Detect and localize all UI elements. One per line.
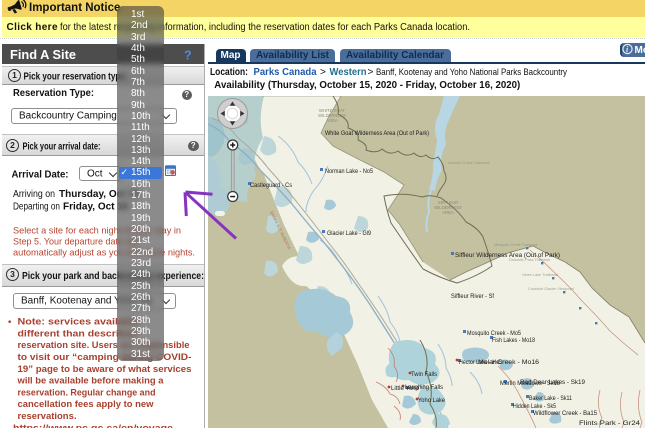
svg-text:Pick your park and backcountry: Pick your park and backcountry experienc… bbox=[22, 271, 204, 282]
svg-text:Arriving on: Arriving on bbox=[13, 189, 55, 200]
svg-text:Location:: Location: bbox=[210, 67, 248, 78]
svg-text:reservations.: reservations. bbox=[18, 411, 77, 422]
svg-text:•: • bbox=[8, 317, 12, 328]
svg-text:Molar Creek - Mo16: Molar Creek - Mo16 bbox=[478, 359, 539, 366]
svg-text:Reservation Type:: Reservation Type: bbox=[13, 88, 94, 99]
svg-text:Hidden Lake - Sk5: Hidden Lake - Sk5 bbox=[513, 403, 556, 410]
svg-text:Yoho Lake: Yoho Lake bbox=[418, 397, 445, 404]
svg-text:https://www.pc.gc.ca/en/voyage: https://www.pc.gc.ca/en/voyage bbox=[13, 423, 173, 428]
svg-text:Siffleur River - Sf: Siffleur River - Sf bbox=[451, 293, 494, 300]
svg-text:White Goat Wilderness Area (Ou: White Goat Wilderness Area (Out of Park) bbox=[325, 130, 429, 137]
svg-text:Parks Canada: Parks Canada bbox=[254, 67, 317, 78]
svg-text:Arrival Date:: Arrival Date: bbox=[12, 170, 69, 181]
svg-text:Norman Creek Trailhead: Norman Creek Trailhead bbox=[448, 161, 489, 165]
svg-text:Crowfoot Glacier Viewpoint: Crowfoot Glacier Viewpoint bbox=[528, 287, 575, 291]
svg-text:Castleguard - Cs: Castleguard - Cs bbox=[250, 182, 292, 189]
svg-text:AREA: AREA bbox=[326, 118, 338, 123]
svg-text:AREA: AREA bbox=[442, 210, 454, 215]
svg-text:Mo: Mo bbox=[635, 45, 645, 56]
svg-text:>: > bbox=[368, 67, 374, 78]
svg-text:>: > bbox=[320, 67, 326, 78]
svg-text:Helen Lake Trailhead: Helen Lake Trailhead bbox=[522, 273, 558, 277]
svg-text:Click here: Click here bbox=[7, 22, 58, 33]
svg-text:Availability (Thursday, Octobe: Availability (Thursday, October 15, 2020… bbox=[214, 80, 520, 91]
svg-text:Norman Lake - No5: Norman Lake - No5 bbox=[325, 168, 373, 175]
svg-text:Departing on: Departing on bbox=[13, 202, 60, 213]
svg-text:Mosquito Creek Trailhead: Mosquito Creek Trailhead bbox=[494, 243, 537, 247]
svg-text:Twin Falls: Twin Falls bbox=[411, 371, 438, 378]
svg-text:Baker Lake - Sk11: Baker Lake - Sk11 bbox=[529, 395, 572, 402]
svg-text:cancellation fees apply to new: cancellation fees apply to new bbox=[18, 399, 155, 410]
svg-text:Flints Park - Gr24: Flints Park - Gr24 bbox=[579, 420, 640, 427]
svg-text:Pick your arrival date:: Pick your arrival date: bbox=[23, 142, 101, 153]
svg-text:Laughing Falls: Laughing Falls bbox=[405, 384, 444, 391]
svg-text:Glacier Lake - Gl9: Glacier Lake - Gl9 bbox=[327, 230, 371, 237]
svg-text:19” page to be aware of what s: 19” page to be aware of what services bbox=[18, 364, 192, 375]
svg-text:Wildflower Creek - Ba15: Wildflower Creek - Ba15 bbox=[533, 410, 597, 417]
svg-text:will be available before makin: will be available before making a bbox=[17, 376, 165, 387]
svg-text:Siffleur Wilderness Area (Out: Siffleur Wilderness Area (Out of Park) bbox=[455, 252, 560, 259]
svg-text:automatically adjust as you ad: automatically adjust as you add more nig… bbox=[13, 248, 195, 258]
svg-text:?: ? bbox=[184, 48, 192, 62]
svg-text:Western: Western bbox=[330, 67, 367, 78]
svg-text:i: i bbox=[626, 45, 629, 54]
svg-text:Find A Site: Find A Site bbox=[10, 48, 76, 62]
svg-text:Mosquito Creek - Mo5: Mosquito Creek - Mo5 bbox=[467, 330, 521, 337]
svg-text:reservation site. Users are re: reservation site. Users are responsible bbox=[18, 340, 190, 351]
svg-text:Banff, Kootenay and Yoho Natio: Banff, Kootenay and Yoho National Parks … bbox=[376, 66, 567, 77]
svg-text:Red Deer Lakes - Sk19: Red Deer Lakes - Sk19 bbox=[520, 379, 585, 386]
svg-text:Pick your reservation type:: Pick your reservation type: bbox=[24, 71, 128, 82]
svg-text:reservation. Regular change an: reservation. Regular change and bbox=[18, 387, 156, 398]
svg-text:to visit our “camping during C: to visit our “camping during COVID- bbox=[18, 352, 192, 363]
svg-text:Fish Lakes - Mo18: Fish Lakes - Mo18 bbox=[492, 337, 535, 344]
